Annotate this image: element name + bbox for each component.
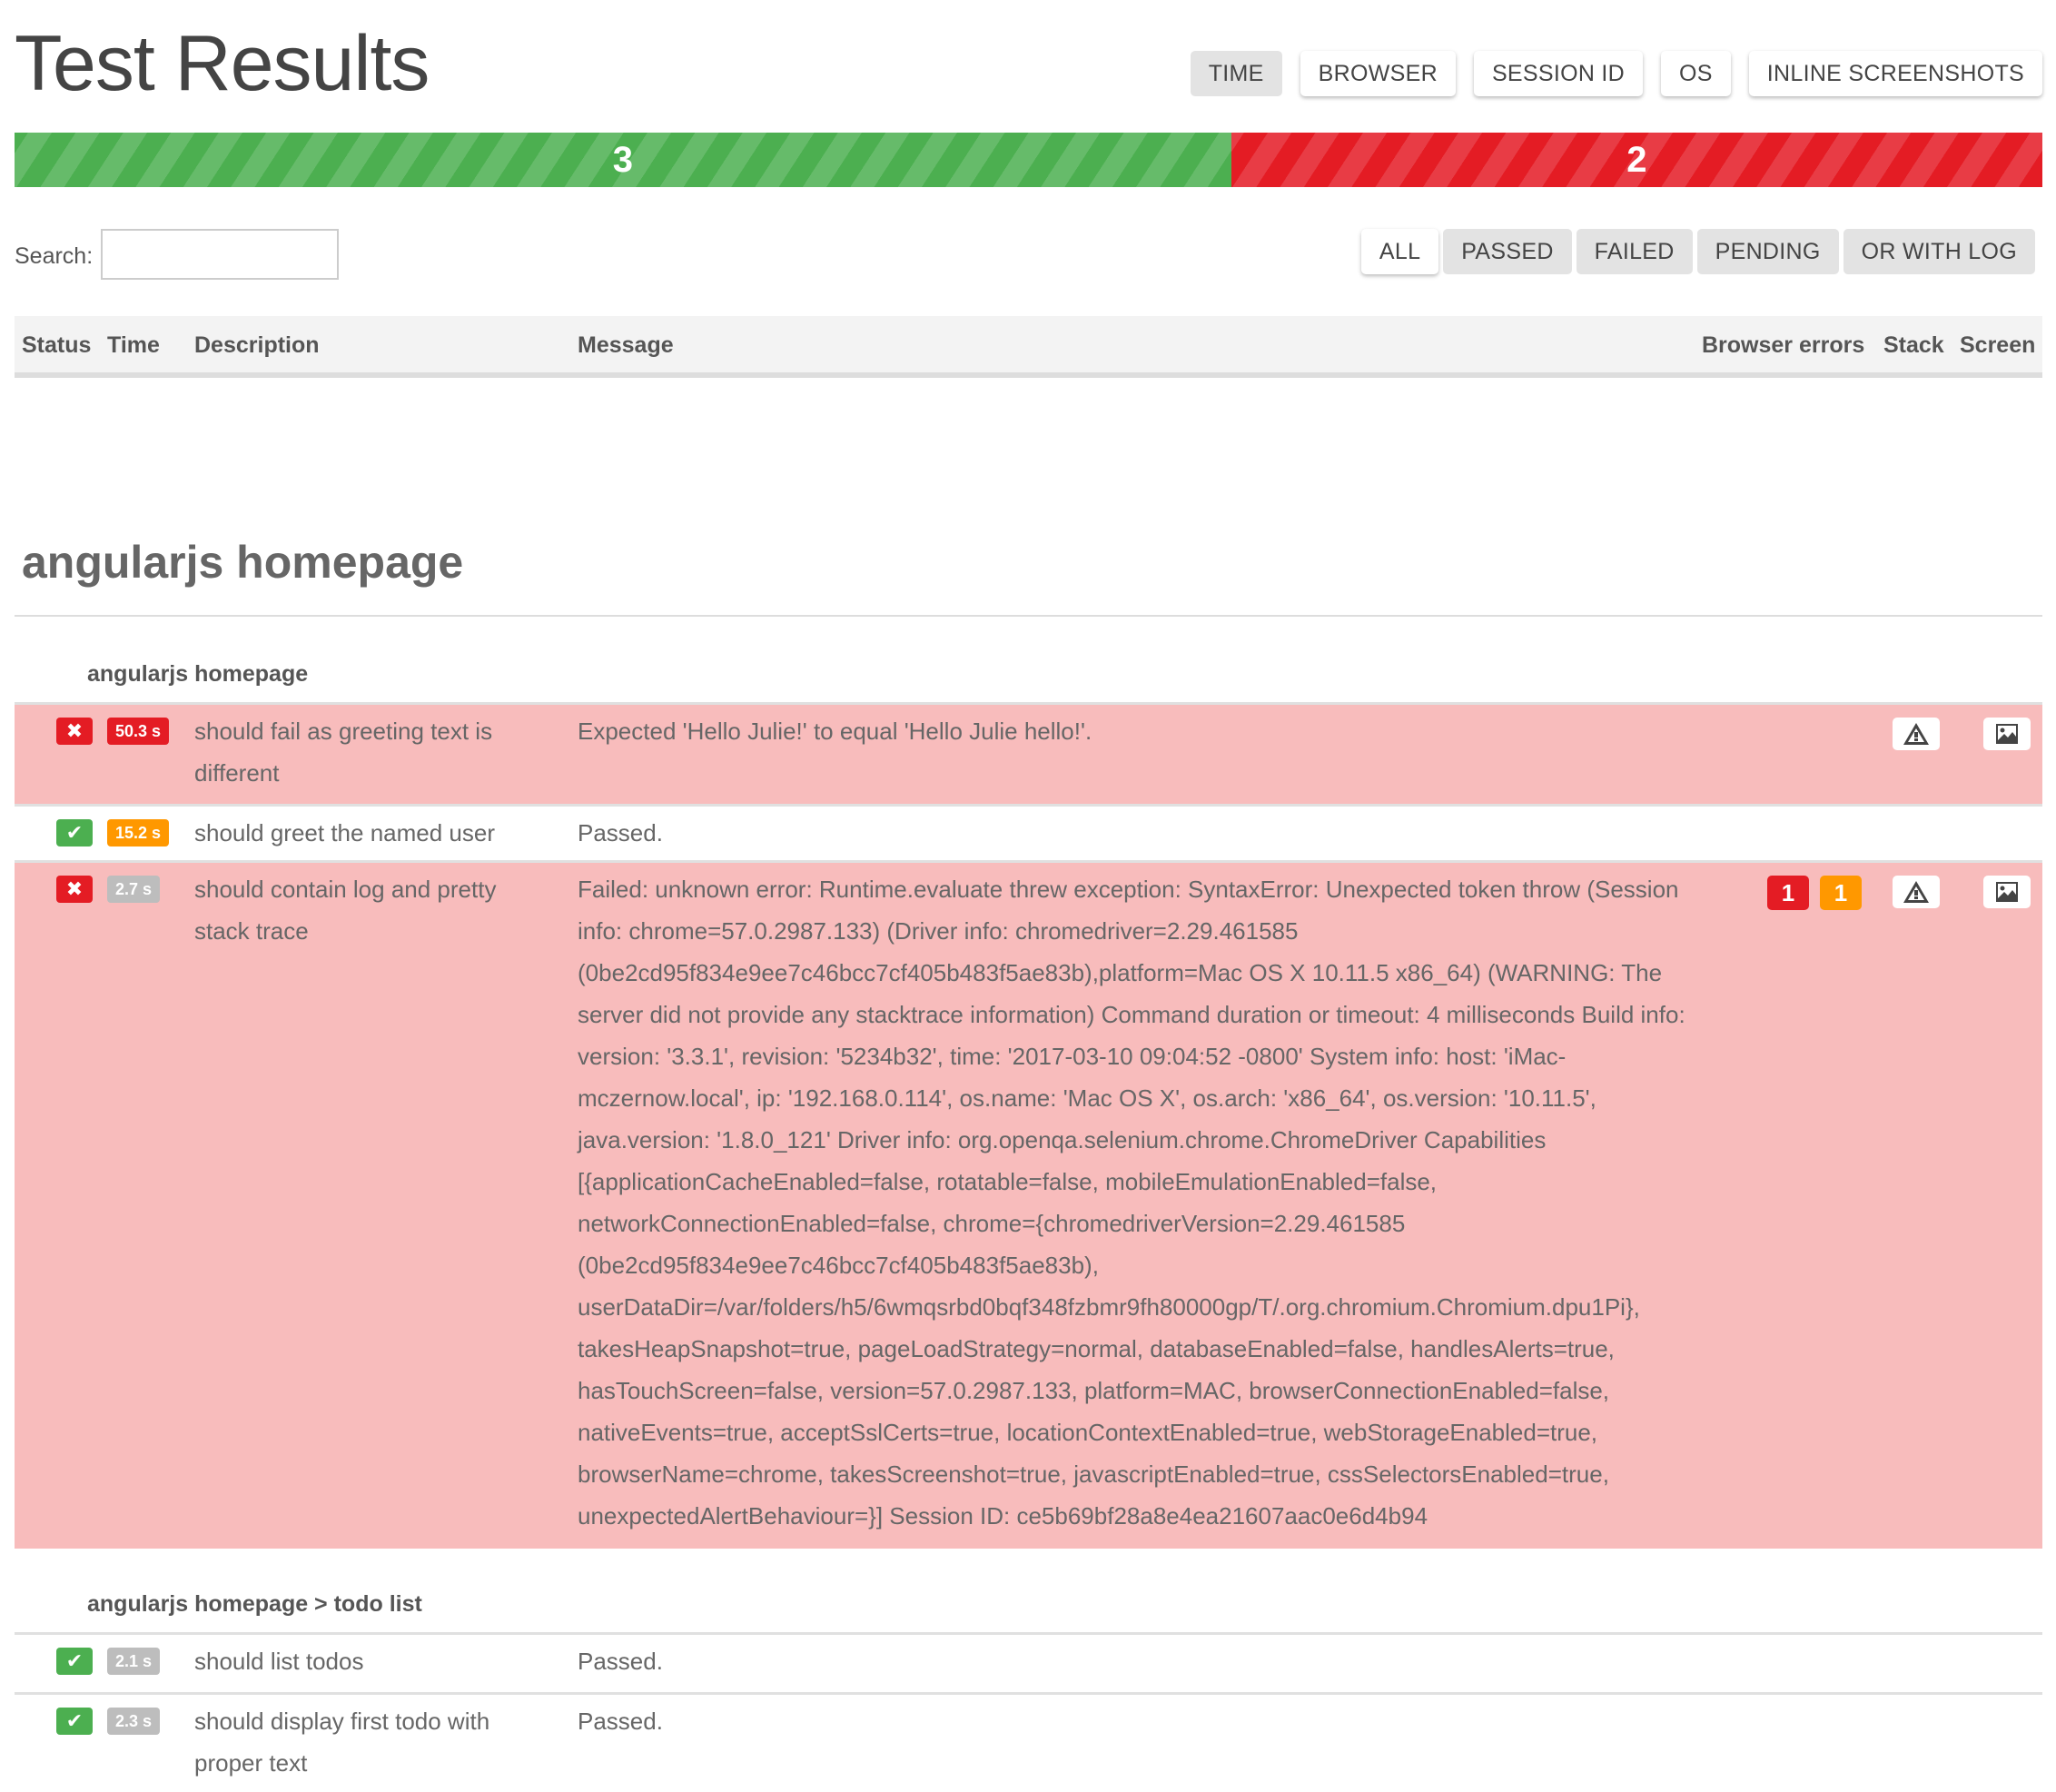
duration-badge: 2.3 s: [107, 1708, 161, 1735]
test-description: should greet the named user: [194, 819, 495, 846]
header-message: Message: [578, 332, 674, 358]
filter-all-button[interactable]: ALL: [1360, 229, 1439, 274]
suite-title: angularjs homepage: [22, 537, 464, 588]
test-message: Passed.: [578, 819, 663, 846]
results-progress-bar: 3 2: [15, 133, 2042, 187]
test-description: should list todos: [194, 1648, 364, 1675]
failed-segment[interactable]: 2: [1231, 133, 2042, 187]
filter-passed-button[interactable]: PASSED: [1443, 229, 1572, 274]
group-title: angularjs homepage: [87, 661, 309, 687]
search-input[interactable]: [101, 229, 339, 280]
warning-triangle-icon: [1903, 881, 1929, 903]
duration-badge: 2.7 s: [107, 876, 161, 903]
screenshot-button[interactable]: [1983, 876, 2031, 908]
test-message: Passed.: [578, 1648, 663, 1675]
header-description: Description: [194, 332, 320, 358]
table-row[interactable]: ✔ 15.2 s should greet the named user Pas…: [15, 804, 2042, 860]
toggle-browser-button[interactable]: BROWSER: [1300, 51, 1456, 96]
suite-divider: [15, 615, 2042, 617]
stack-trace-button[interactable]: [1893, 718, 1940, 750]
view-toggle-bar: TIME BROWSER SESSION ID OS INLINE SCREEN…: [1190, 51, 2042, 96]
passed-status-icon: ✔: [56, 1648, 93, 1675]
header-stack: Stack: [1883, 332, 1944, 358]
group-title: angularjs homepage > todo list: [87, 1591, 422, 1617]
failed-status-icon: ✖: [56, 718, 93, 745]
test-message: Passed.: [578, 1708, 663, 1735]
passed-status-icon: ✔: [56, 1708, 93, 1735]
test-message: Expected 'Hello Julie!' to equal 'Hello …: [578, 718, 1092, 745]
status-filter-bar: ALL PASSED FAILED PENDING OR WITH LOG: [1360, 229, 2035, 274]
image-icon: [1996, 882, 2018, 902]
filter-pending-button[interactable]: PENDING: [1696, 229, 1839, 274]
stack-trace-button[interactable]: [1893, 876, 1940, 908]
filter-with-log-button[interactable]: OR WITH LOG: [1843, 229, 2035, 274]
table-header: Status Time Description Message Browser …: [15, 316, 2042, 378]
duration-badge: 2.1 s: [107, 1648, 161, 1675]
header-status: Status: [22, 332, 92, 358]
filter-failed-button[interactable]: FAILED: [1576, 229, 1693, 274]
failed-status-icon: ✖: [56, 876, 93, 903]
toggle-os-button[interactable]: OS: [1661, 51, 1731, 96]
image-icon: [1996, 724, 2018, 744]
screenshot-button[interactable]: [1983, 718, 2031, 750]
warning-triangle-icon: [1903, 723, 1929, 745]
search-label: Search:: [15, 243, 94, 269]
table-row[interactable]: ✖ 2.7 s should contain log and pretty st…: [15, 860, 2042, 1549]
table-row[interactable]: ✖ 50.3 s should fail as greeting text is…: [15, 702, 2042, 804]
passed-count: 3: [612, 139, 634, 180]
passed-status-icon: ✔: [56, 819, 93, 846]
toggle-time-button[interactable]: TIME: [1190, 51, 1282, 96]
toggle-session-id-button[interactable]: SESSION ID: [1473, 51, 1644, 96]
header-time: Time: [107, 332, 160, 358]
header-browser-errors: Browser errors: [1702, 332, 1865, 358]
table-row[interactable]: ✔ 2.1 s should list todos Passed.: [15, 1632, 2042, 1692]
failed-count: 2: [1626, 139, 1647, 180]
duration-badge: 15.2 s: [107, 819, 170, 846]
browser-error-severe-badge[interactable]: 1: [1767, 876, 1809, 910]
toggle-inline-screenshots-button[interactable]: INLINE SCREENSHOTS: [1748, 51, 2042, 96]
table-row[interactable]: ✔ 2.3 s should display first todo with p…: [15, 1692, 2042, 1792]
browser-error-warning-badge[interactable]: 1: [1820, 876, 1862, 910]
test-description: should display first todo with proper te…: [194, 1708, 490, 1777]
test-description: should contain log and pretty stack trac…: [194, 876, 497, 945]
duration-badge: 50.3 s: [107, 718, 170, 745]
test-message: Failed: unknown error: Runtime.evaluate …: [578, 876, 1685, 1530]
header-screen: Screen: [1960, 332, 2036, 358]
test-description: should fail as greeting text is differen…: [194, 718, 493, 787]
page-title: Test Results: [15, 20, 430, 107]
passed-segment[interactable]: 3: [15, 133, 1231, 187]
